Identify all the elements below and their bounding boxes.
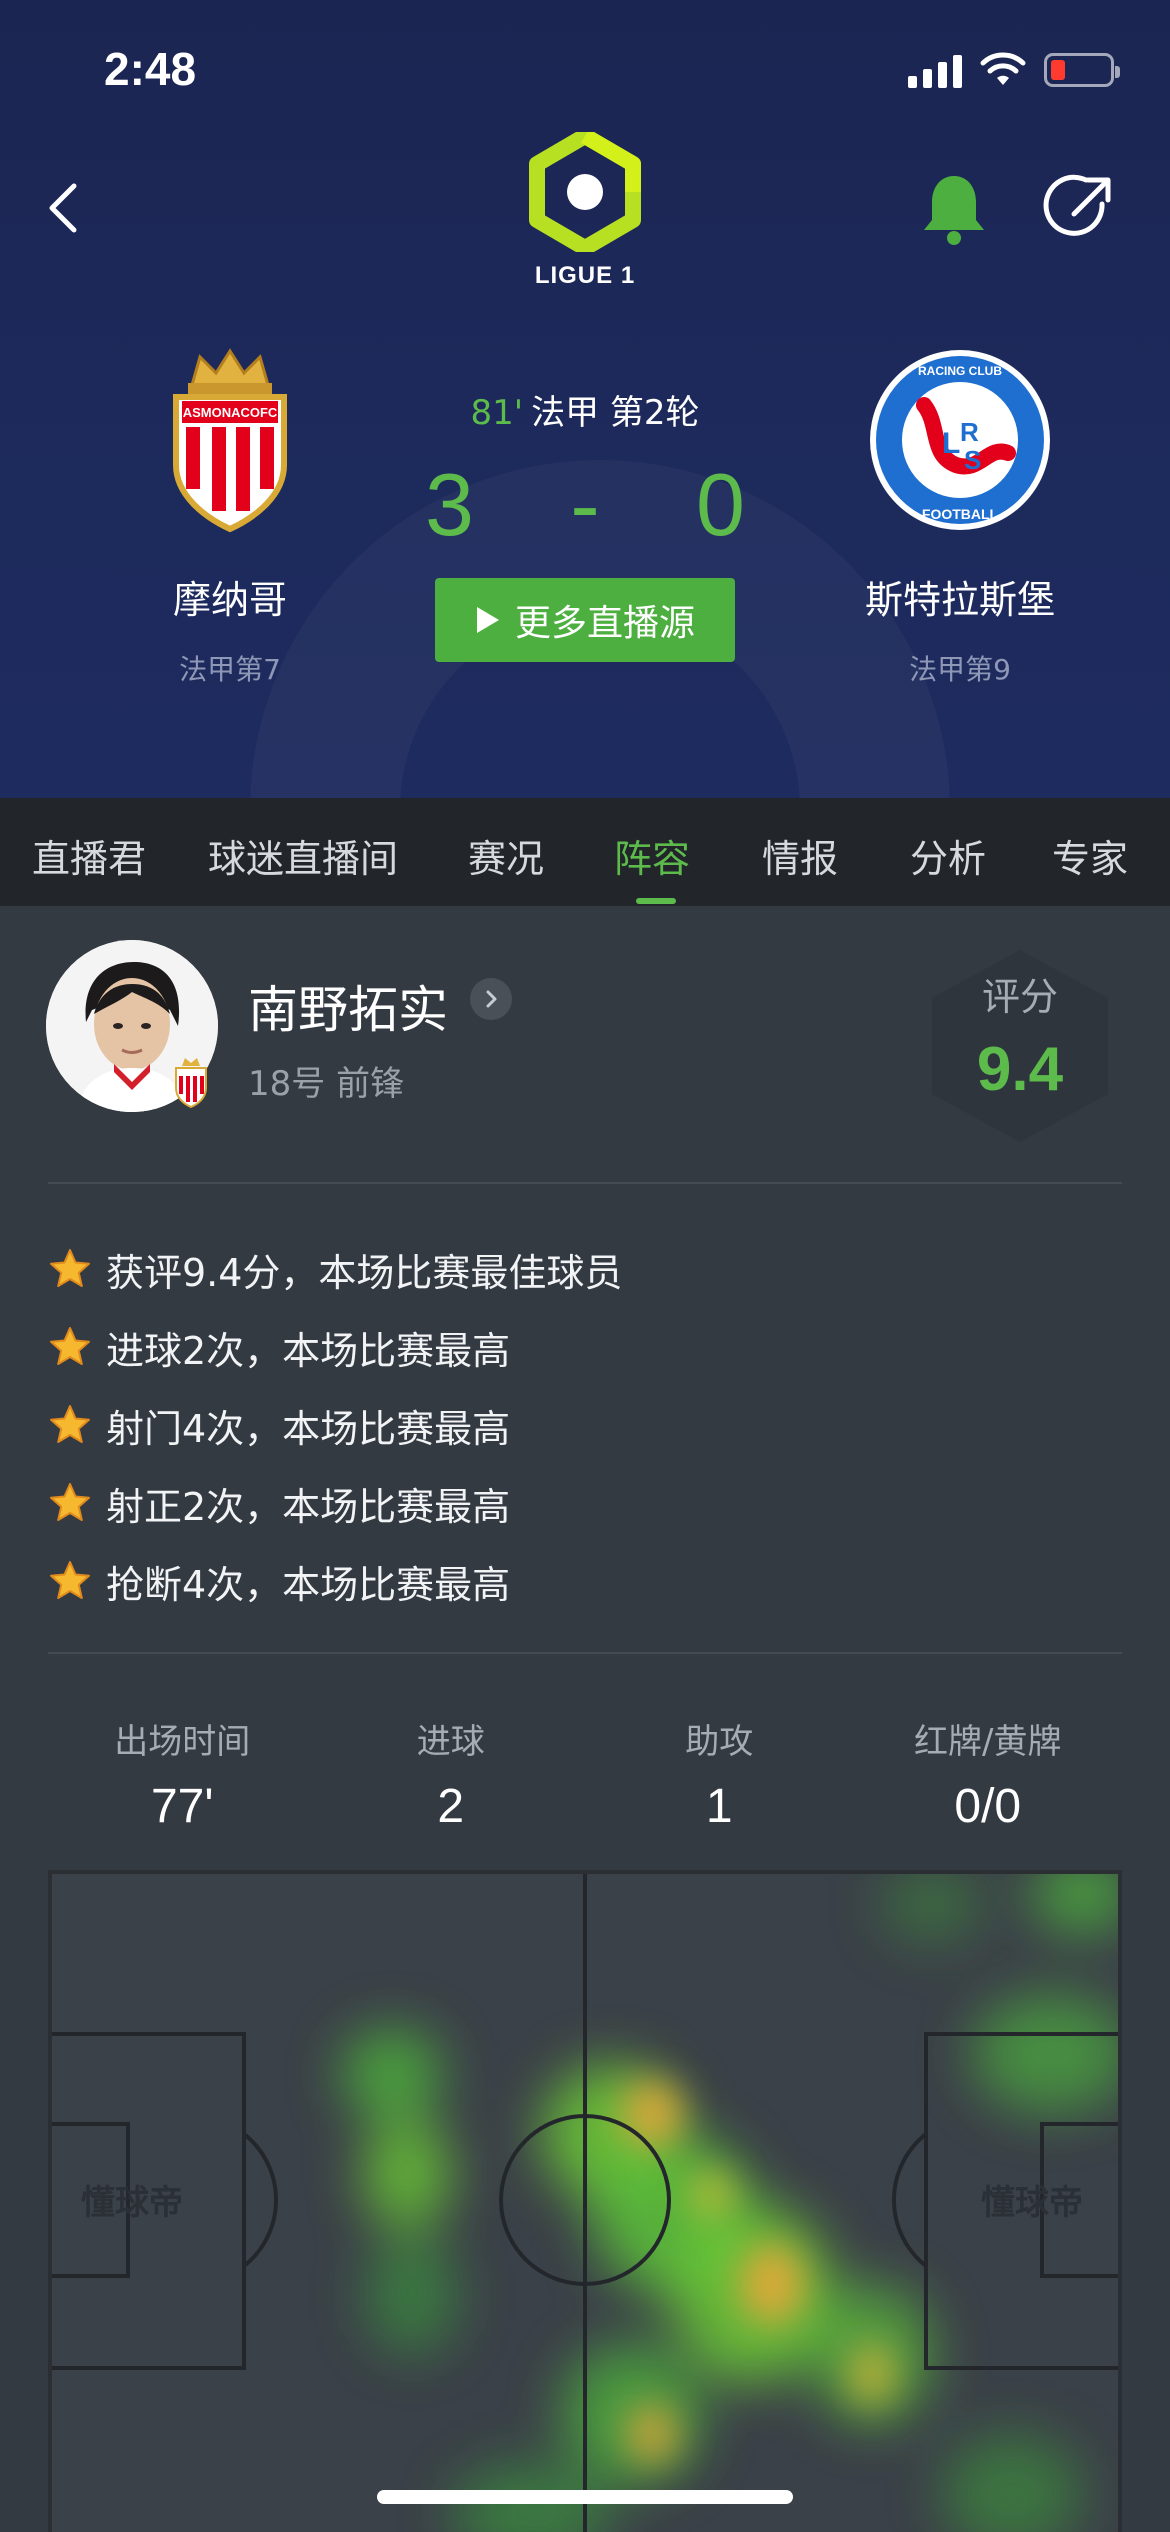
match-meta: 81' 法甲 第2轮 [385,385,785,434]
highlight-item: 射门4次，本场比赛最高 [48,1386,1122,1464]
player-rating: 评分 9.4 [920,946,1120,1146]
stat-label: 红牌/黄牌 [914,1722,1062,1762]
active-tab-indicator [636,898,676,904]
away-team[interactable]: L R S RACING CLUB FOOTBALL 斯特拉斯堡 法甲第9 [840,345,1080,688]
heatmap-watermark-left: 懂球帝 [81,2183,183,2223]
team-badge-icon [175,1058,207,1108]
highlight-item: 射正2次，本场比赛最高 [48,1464,1122,1542]
stat-value: 1 [705,1780,733,1833]
league-name: LIGUE 1 [534,262,636,289]
score-separator: - [570,455,600,554]
highlight-item: 抢断4次，本场比赛最高 [48,1542,1122,1620]
back-button[interactable] [36,170,96,240]
home-team-name: 摩纳哥 [172,578,287,622]
home-team-rank: 法甲第7 [179,653,281,686]
svg-text:FOOTBALL: FOOTBALL [922,506,999,522]
more-live-sources-label: 更多直播源 [514,603,695,644]
stat-value: 77' [150,1780,214,1833]
stat-label: 进球 [416,1722,485,1762]
tab-live-host[interactable]: 直播君 [32,828,146,883]
stat-label: 助攻 [685,1722,754,1762]
star-icon [50,1249,90,1287]
rating-value: 9.4 [976,1035,1064,1104]
status-time: 2:48 [104,43,197,95]
highlight-item: 进球2次，本场比赛最高 [48,1308,1122,1386]
stat-label: 出场时间 [114,1722,251,1762]
stat-value: 0/0 [954,1780,1022,1833]
signal-icon [908,52,962,88]
play-icon [476,607,499,633]
section-divider [48,1652,1122,1654]
pitch-lines [52,1874,1118,2532]
match-minute: 81' [470,393,524,433]
bell-icon [924,176,984,245]
notification-button[interactable] [918,170,990,248]
scoreboard: 3 - 0 [385,455,785,555]
wifi-icon [980,52,1026,85]
star-icon [50,1483,90,1521]
away-score: 0 [696,455,745,554]
player-detail: 南野拓实 18号 前锋 评分 9.4 获评9.4分，本场比赛最佳球员 进球2次，… [0,906,1170,2532]
rating-label: 评分 [981,975,1058,1019]
highlight-item: 获评9.4分，本场比赛最佳球员 [48,1230,1122,1308]
chevron-left-icon [49,183,77,233]
home-score: 3 [425,455,474,554]
tab-fan-room[interactable]: 球迷直播间 [208,828,398,883]
highlight-text: 射门4次，本场比赛最高 [106,1406,511,1451]
stat-goals: 进球 2 [317,1714,586,1834]
tab-match-status[interactable]: 赛况 [468,828,544,883]
heatmap-watermark-right: 懂球帝 [981,2183,1083,2223]
star-icon [50,1327,90,1365]
star-icon [50,1561,90,1599]
match-tabs: 直播君 球迷直播间 赛况 阵容 情报 分析 专家 [0,798,1170,906]
away-team-name: 斯特拉斯堡 [864,578,1055,622]
player-highlights: 获评9.4分，本场比赛最佳球员 进球2次，本场比赛最高 射门4次，本场比赛最高 … [48,1230,1122,1620]
player-profile-button[interactable] [470,978,512,1020]
share-button[interactable] [1040,170,1120,250]
battery-icon [1044,53,1120,87]
svg-text:RACING CLUB: RACING CLUB [918,364,1002,378]
battery-level [1051,60,1065,80]
home-team[interactable]: ASMONACOFC 摩纳哥 法甲第7 [110,345,350,688]
section-divider [48,1182,1122,1184]
highlight-text: 获评9.4分，本场比赛最佳球员 [106,1250,623,1295]
pitch-heatmap: 懂球帝 懂球帝 [52,1874,1118,2532]
player-name[interactable]: 南野拓实 [248,970,448,1042]
heatmap-pitch: 懂球帝 懂球帝 [48,1870,1122,2532]
status-icons [908,52,1120,88]
tab-expert[interactable]: 专家 [1052,828,1128,883]
tab-lineup[interactable]: 阵容 [614,828,690,883]
highlight-text: 进球2次，本场比赛最高 [106,1328,511,1373]
match-header: 2:48 LIGUE 1 ASMONACOFC 摩纳哥 法甲第7 81' 法甲 … [0,0,1170,798]
highlight-text: 射正2次，本场比赛最高 [106,1484,511,1529]
stat-cards: 红牌/黄牌 0/0 [854,1714,1123,1834]
away-team-rank: 法甲第9 [909,653,1011,686]
stat-assists: 助攻 1 [585,1714,854,1834]
svg-text:L: L [942,427,960,460]
monaco-crest-icon: ASMONACOFC [173,348,287,533]
status-bar: 2:48 [0,0,1170,150]
home-indicator[interactable] [377,2490,793,2504]
tab-analysis[interactable]: 分析 [910,828,986,883]
strasbourg-crest-icon: L R S RACING CLUB FOOTBALL [870,350,1050,530]
svg-text:ASMONACOFC: ASMONACOFC [183,405,278,420]
share-icon [1043,174,1111,236]
more-live-sources-button[interactable]: 更多直播源 [435,578,735,662]
match-round: 法甲 第2轮 [531,393,700,433]
league-logo: LIGUE 1 [525,128,645,302]
stat-minutes: 出场时间 77' [48,1714,317,1834]
star-icon [50,1405,90,1443]
svg-text:S: S [964,445,981,475]
player-stats: 出场时间 77' 进球 2 助攻 1 红牌/黄牌 0/0 [48,1714,1122,1834]
stat-value: 2 [437,1780,465,1833]
svg-text:R: R [960,417,979,447]
player-number-position: 18号 前锋 [248,1064,405,1104]
tab-intel[interactable]: 情报 [762,828,838,883]
ligue1-logo-icon [529,128,641,256]
highlight-text: 抢断4次，本场比赛最高 [106,1562,511,1607]
chevron-right-icon [486,990,497,1008]
